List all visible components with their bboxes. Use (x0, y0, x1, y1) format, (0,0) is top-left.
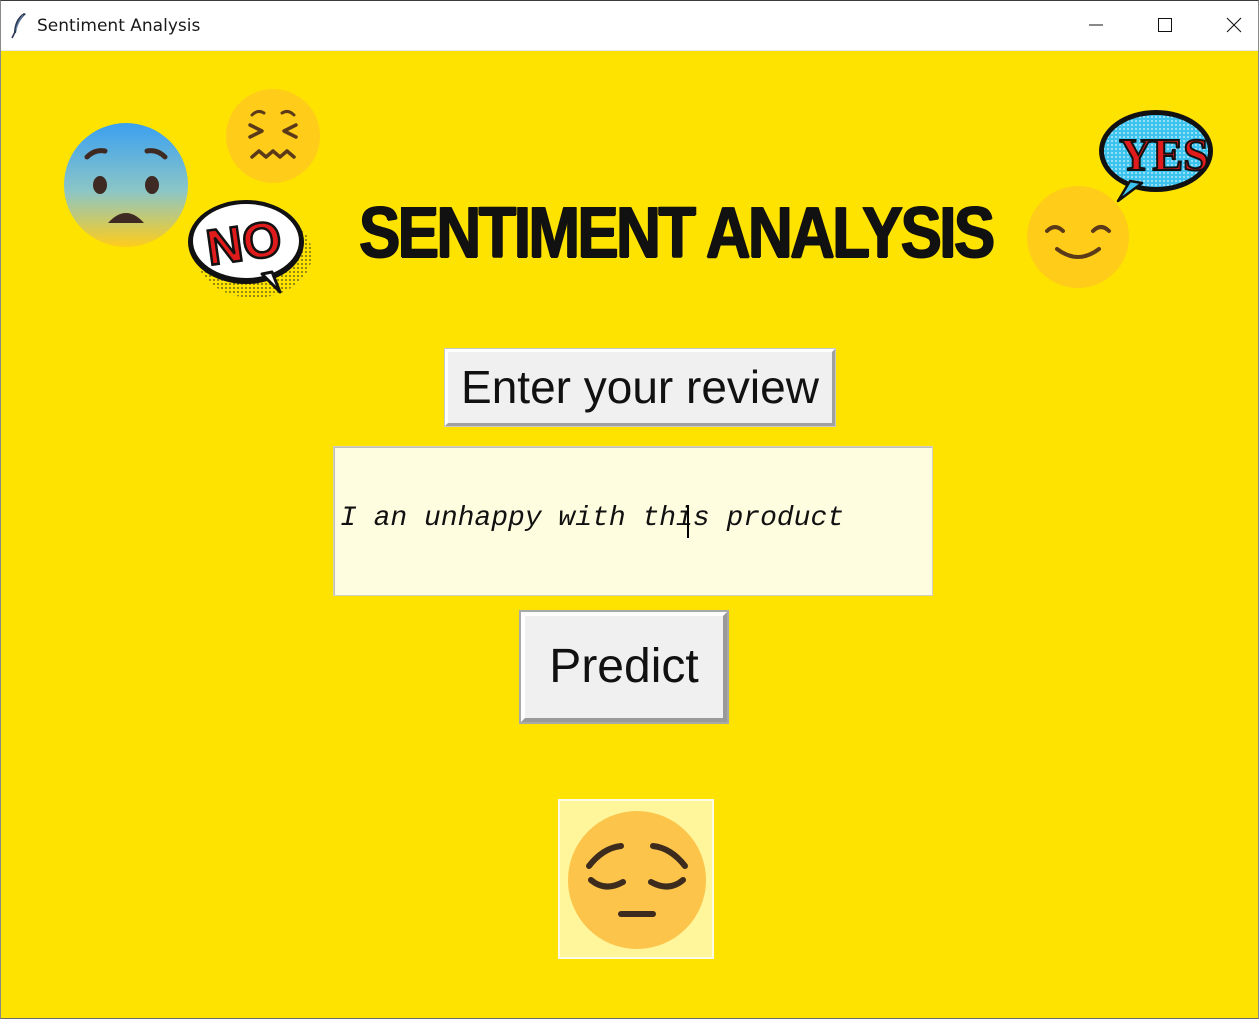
text-caret (687, 505, 689, 538)
prediction-result (558, 799, 714, 959)
close-button[interactable] (1200, 1, 1258, 50)
window-title: Sentiment Analysis (37, 16, 201, 36)
predict-button[interactable]: Predict (519, 610, 729, 724)
app-heading: SENTIMENT ANALYSIS (359, 193, 995, 273)
no-speech-bubble-icon: NO (188, 200, 312, 298)
maximize-icon (1158, 18, 1172, 32)
confounded-face-icon (226, 89, 320, 183)
close-icon (1226, 17, 1242, 33)
anxious-face-icon (64, 123, 188, 247)
pensive-face-icon (568, 811, 706, 949)
minimize-icon (1089, 24, 1103, 26)
no-sticker-text: NO (203, 210, 285, 276)
title-bar[interactable]: Sentiment Analysis (1, 1, 1258, 51)
smiling-face-icon (1027, 186, 1129, 288)
review-prompt-label: Enter your review (444, 348, 836, 427)
maximize-button[interactable] (1131, 1, 1199, 50)
app-window: Sentiment Analysis NO SENTIMENT ANALYSIS… (0, 0, 1259, 1019)
review-input[interactable]: I an unhappy with this product (333, 446, 933, 596)
feather-icon (11, 13, 26, 39)
minimize-button[interactable] (1062, 1, 1130, 50)
yes-sticker-text: YES (1119, 129, 1208, 180)
app-canvas: NO SENTIMENT ANALYSIS YES Enter your rev… (1, 51, 1258, 1018)
review-input-text: I an unhappy with this product (340, 503, 845, 534)
